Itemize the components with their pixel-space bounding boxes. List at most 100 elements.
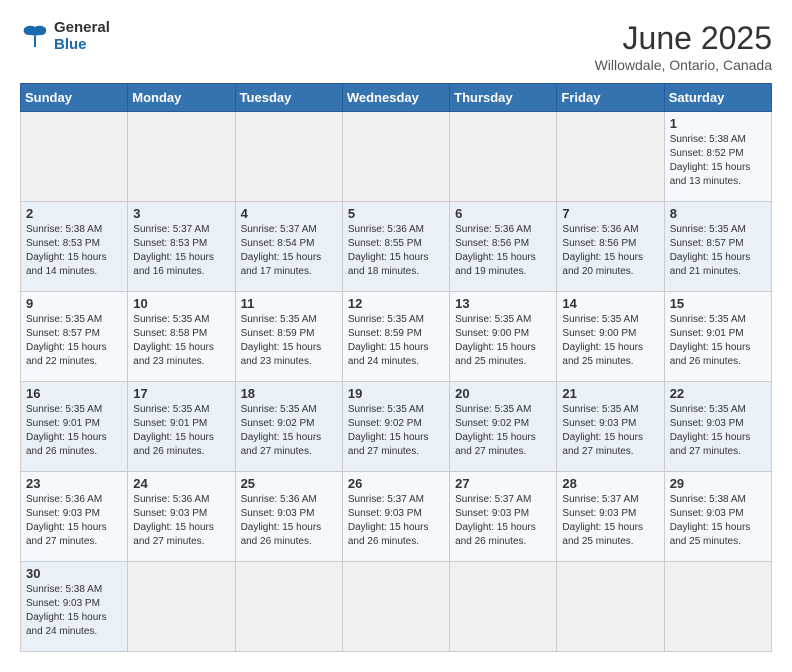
day-cell: 2Sunrise: 5:38 AMSunset: 8:53 PMDaylight… (21, 202, 128, 292)
logo: General Blue (20, 20, 110, 53)
day-number: 22 (670, 386, 766, 401)
day-number: 10 (133, 296, 229, 311)
day-info: Sunrise: 5:35 AMSunset: 9:02 PMDaylight:… (348, 403, 444, 459)
day-cell: 28 Sunrise: 5:37 AMSunset: 9:03 PMDayligh… (557, 472, 664, 562)
empty-cell (450, 562, 557, 652)
day-number: 23 (26, 476, 122, 491)
day-number: 21 (562, 386, 658, 401)
title-block: June 2025 Willowdale, Ontario, Canada (595, 20, 772, 73)
calendar-subtitle: Willowdale, Ontario, Canada (595, 57, 772, 73)
header-friday: Friday (557, 84, 664, 112)
day-info: Sunrise: 5:38 AMSunset: 9:03 PMDaylight:… (26, 583, 122, 639)
day-info: Sunrise: 5:37 AMSunset: 8:54 PMDaylight:… (241, 223, 337, 279)
empty-cell (128, 562, 235, 652)
day-number: 30 (26, 566, 122, 581)
day-info: Sunrise: 5:36 AMSunset: 8:56 PMDaylight:… (455, 223, 551, 279)
day-info: Sunrise: 5:38 AMSunset: 9:03 PMDaylight:… (670, 493, 766, 549)
header-wednesday: Wednesday (342, 84, 449, 112)
day-number: 19 (348, 386, 444, 401)
day-cell: 11Sunrise: 5:35 AMSunset: 8:59 PMDayligh… (235, 292, 342, 382)
day-cell: 20 Sunrise: 5:35 AMSunset: 9:02 PMDayligh… (450, 382, 557, 472)
day-cell: 29 Sunrise: 5:38 AMSunset: 9:03 PMDayligh… (664, 472, 771, 562)
day-cell: 16Sunrise: 5:35 AMSunset: 9:01 PMDayligh… (21, 382, 128, 472)
day-cell: 9Sunrise: 5:35 AMSunset: 8:57 PMDaylight… (21, 292, 128, 382)
day-number: 4 (241, 206, 337, 221)
day-info: Sunrise: 5:35 AMSunset: 9:01 PMDaylight:… (26, 403, 122, 459)
calendar-row: 30 Sunrise: 5:38 AMSunset: 9:03 PMDayligh… (21, 562, 772, 652)
day-info: Sunrise: 5:35 AMSunset: 9:00 PMDaylight:… (455, 313, 551, 369)
day-cell: 23Sunrise: 5:36 AMSunset: 9:03 PMDayligh… (21, 472, 128, 562)
day-cell: 24 Sunrise: 5:36 AMSunset: 9:03 PMDayligh… (128, 472, 235, 562)
day-number: 24 (133, 476, 229, 491)
day-cell: 17 Sunrise: 5:35 AMSunset: 9:01 PMDayligh… (128, 382, 235, 472)
logo-container: General Blue (20, 20, 110, 53)
day-cell: 30 Sunrise: 5:38 AMSunset: 9:03 PMDayligh… (21, 562, 128, 652)
day-cell: 8 Sunrise: 5:35 AMSunset: 8:57 PMDaylight… (664, 202, 771, 292)
day-info: Sunrise: 5:35 AMSunset: 8:57 PMDaylight:… (26, 313, 122, 369)
day-cell: 12 Sunrise: 5:35 AMSunset: 8:59 PMDayligh… (342, 292, 449, 382)
empty-cell (21, 112, 128, 202)
calendar-title: June 2025 (595, 20, 772, 57)
day-cell: 4 Sunrise: 5:37 AMSunset: 8:54 PMDaylight… (235, 202, 342, 292)
day-number: 6 (455, 206, 551, 221)
day-info: Sunrise: 5:35 AMSunset: 9:02 PMDaylight:… (455, 403, 551, 459)
empty-cell (557, 112, 664, 202)
day-info: Sunrise: 5:36 AMSunset: 9:03 PMDaylight:… (133, 493, 229, 549)
day-cell: 6 Sunrise: 5:36 AMSunset: 8:56 PMDaylight… (450, 202, 557, 292)
day-number: 8 (670, 206, 766, 221)
day-info: Sunrise: 5:35 AMSunset: 8:59 PMDaylight:… (348, 313, 444, 369)
header-sunday: Sunday (21, 84, 128, 112)
day-info: Sunrise: 5:37 AMSunset: 8:53 PMDaylight:… (133, 223, 229, 279)
header-monday: Monday (128, 84, 235, 112)
empty-cell (342, 112, 449, 202)
calendar-row: 16Sunrise: 5:35 AMSunset: 9:01 PMDayligh… (21, 382, 772, 472)
day-info: Sunrise: 5:38 AMSunset: 8:52 PMDaylight:… (670, 133, 766, 189)
day-info: Sunrise: 5:38 AMSunset: 8:53 PMDaylight:… (26, 223, 122, 279)
day-info: Sunrise: 5:35 AMSunset: 9:03 PMDaylight:… (562, 403, 658, 459)
day-cell: 21 Sunrise: 5:35 AMSunset: 9:03 PMDayligh… (557, 382, 664, 472)
day-number: 28 (562, 476, 658, 491)
day-number: 3 (133, 206, 229, 221)
day-number: 15 (670, 296, 766, 311)
logo-blue: Blue (54, 37, 110, 54)
day-number: 11 (241, 296, 337, 311)
day-number: 20 (455, 386, 551, 401)
day-cell: 15Sunrise: 5:35 AMSunset: 9:01 PMDayligh… (664, 292, 771, 382)
day-number: 5 (348, 206, 444, 221)
header-tuesday: Tuesday (235, 84, 342, 112)
day-number: 17 (133, 386, 229, 401)
day-cell: 5 Sunrise: 5:36 AMSunset: 8:55 PMDaylight… (342, 202, 449, 292)
day-cell: 27Sunrise: 5:37 AMSunset: 9:03 PMDayligh… (450, 472, 557, 562)
day-cell: 14Sunrise: 5:35 AMSunset: 9:00 PMDayligh… (557, 292, 664, 382)
day-info: Sunrise: 5:35 AMSunset: 8:58 PMDaylight:… (133, 313, 229, 369)
day-number: 7 (562, 206, 658, 221)
empty-cell (128, 112, 235, 202)
day-info: Sunrise: 5:35 AMSunset: 9:03 PMDaylight:… (670, 403, 766, 459)
calendar-row: 1 Sunrise: 5:38 AMSunset: 8:52 PMDaylight… (21, 112, 772, 202)
day-info: Sunrise: 5:36 AMSunset: 8:56 PMDaylight:… (562, 223, 658, 279)
day-number: 26 (348, 476, 444, 491)
header-saturday: Saturday (664, 84, 771, 112)
day-cell: 22 Sunrise: 5:35 AMSunset: 9:03 PMDayligh… (664, 382, 771, 472)
day-info: Sunrise: 5:36 AMSunset: 9:03 PMDaylight:… (241, 493, 337, 549)
empty-cell (557, 562, 664, 652)
day-number: 18 (241, 386, 337, 401)
day-info: Sunrise: 5:36 AMSunset: 8:55 PMDaylight:… (348, 223, 444, 279)
calendar-row: 23 Sunrise: 5:36 AMSunset: 9:03 PMDayligh… (21, 472, 772, 562)
day-cell: 13Sunrise: 5:35 AMSunset: 9:00 PMDayligh… (450, 292, 557, 382)
day-info: Sunrise: 5:37 AMSunset: 9:03 PMDaylight:… (455, 493, 551, 549)
header-row: SundayMondayTuesdayWednesdayThursdayFrid… (21, 84, 772, 112)
day-cell: 3 Sunrise: 5:37 AMSunset: 8:53 PMDaylight… (128, 202, 235, 292)
empty-cell (342, 562, 449, 652)
day-number: 1 (670, 116, 766, 131)
day-info: Sunrise: 5:35 AMSunset: 8:57 PMDaylight:… (670, 223, 766, 279)
day-number: 29 (670, 476, 766, 491)
day-number: 12 (348, 296, 444, 311)
logo-bird-icon (20, 22, 50, 52)
day-cell: 10 Sunrise: 5:35 AMSunset: 8:58 PMDayligh… (128, 292, 235, 382)
day-info: Sunrise: 5:35 AMSunset: 9:01 PMDaylight:… (133, 403, 229, 459)
calendar-row: 9Sunrise: 5:35 AMSunset: 8:57 PMDaylight… (21, 292, 772, 382)
day-info: Sunrise: 5:35 AMSunset: 9:02 PMDaylight:… (241, 403, 337, 459)
day-info: Sunrise: 5:35 AMSunset: 9:00 PMDaylight:… (562, 313, 658, 369)
day-info: Sunrise: 5:37 AMSunset: 9:03 PMDaylight:… (562, 493, 658, 549)
